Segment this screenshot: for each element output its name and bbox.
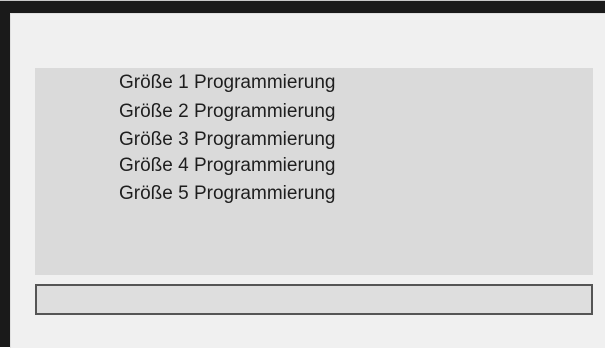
menu-item-size-5[interactable]: Größe 5 Programmierung <box>119 180 335 209</box>
status-bar <box>35 284 593 315</box>
menu-item-size-1[interactable]: Größe 1 Programmierung <box>119 69 335 98</box>
display-screen: Größe 1 Programmierung Größe 2 Programmi… <box>10 13 605 348</box>
menu-item-size-4[interactable]: Größe 4 Programmierung <box>119 152 335 181</box>
program-menu-list: Größe 1 Programmierung Größe 2 Programmi… <box>119 69 335 209</box>
program-list-panel: Größe 1 Programmierung Größe 2 Programmi… <box>35 68 593 275</box>
menu-item-size-3[interactable]: Größe 3 Programmierung <box>119 126 335 155</box>
device-frame: Größe 1 Programmierung Größe 2 Programmi… <box>0 0 605 348</box>
menu-item-size-2[interactable]: Größe 2 Programmierung <box>119 98 335 127</box>
